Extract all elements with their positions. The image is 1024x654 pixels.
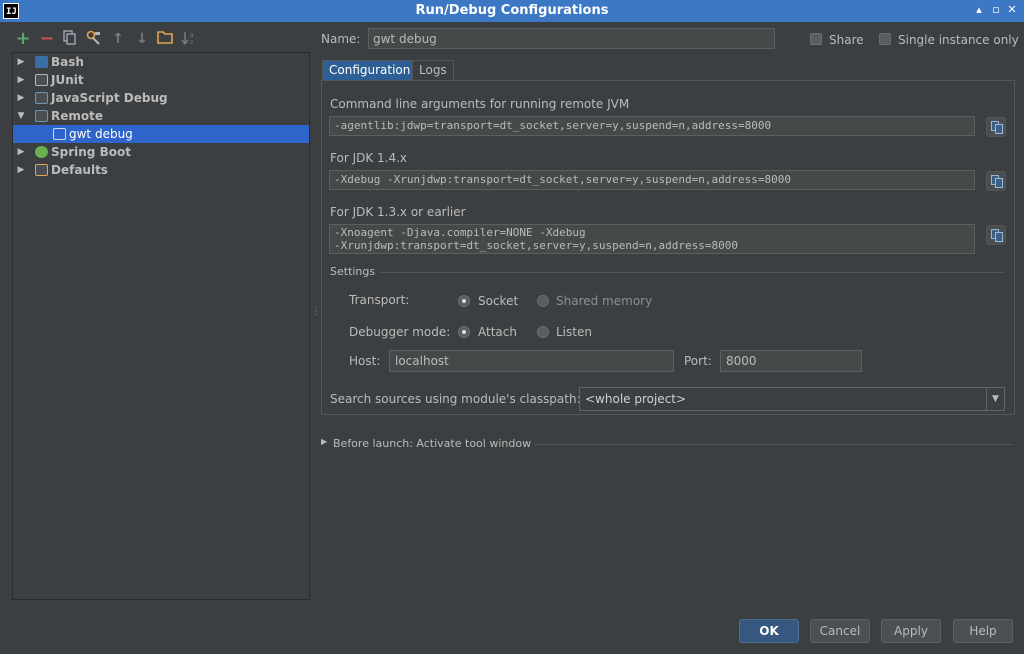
transport-shared-memory-label: Shared memory — [556, 294, 653, 308]
expand-arrow-icon[interactable]: ▶ — [16, 143, 26, 161]
tree-item-label: Defaults — [51, 163, 108, 177]
spring-boot-icon — [35, 146, 48, 158]
copy-icon-back — [995, 178, 1003, 188]
configuration-tree[interactable]: ▶ Bash ▶ JUnit ▶ JavaScript Debug ▼ Remo… — [12, 52, 310, 600]
svg-text:z: z — [190, 39, 193, 46]
tree-item-label: JUnit — [51, 73, 84, 87]
mode-listen-radio[interactable] — [537, 326, 549, 338]
tree-item-defaults[interactable]: ▶ Defaults — [13, 161, 309, 179]
window-maximize-icon[interactable]: ▫ — [989, 3, 1003, 17]
remote-config-icon — [53, 128, 66, 140]
expand-arrow-icon[interactable]: ▶ — [16, 71, 26, 89]
copy-icon-back — [995, 232, 1003, 242]
chevron-down-icon[interactable]: ▼ — [986, 388, 1004, 410]
svg-text:a: a — [190, 32, 194, 39]
tree-item-label: gwt debug — [69, 127, 133, 141]
apply-button[interactable]: Apply — [881, 619, 941, 643]
classpath-label: Search sources using module's classpath: — [330, 392, 581, 406]
ok-button[interactable]: OK — [739, 619, 799, 643]
cmd-args-field[interactable]: -agentlib:jdwp=transport=dt_socket,serve… — [329, 116, 975, 136]
splitter-handle[interactable]: ⋮ — [311, 306, 321, 320]
name-input[interactable] — [368, 28, 775, 49]
add-icon[interactable]: + — [14, 30, 32, 48]
title-bar: IJ Run/Debug Configurations ▴ ▫ ✕ — [0, 0, 1024, 22]
collapse-arrow-icon[interactable]: ▼ — [16, 107, 26, 125]
jdk14-field[interactable]: -Xdebug -Xrunjdwp:transport=dt_socket,se… — [329, 170, 975, 190]
share-checkbox[interactable] — [810, 33, 822, 45]
transport-socket-label: Socket — [478, 294, 519, 308]
window-up-icon[interactable]: ▴ — [972, 3, 986, 17]
single-instance-checkbox[interactable] — [879, 33, 891, 45]
move-up-icon[interactable]: ↑ — [109, 30, 127, 48]
expand-arrow-icon[interactable]: ▶ — [16, 161, 26, 179]
settings-separator — [379, 272, 1004, 273]
jdk14-label: For JDK 1.4.x — [330, 151, 408, 165]
tab-logs[interactable]: Logs — [412, 60, 454, 81]
cancel-button[interactable]: Cancel — [810, 619, 870, 643]
tree-item-label: JavaScript Debug — [51, 91, 168, 105]
copy-icon-back — [995, 124, 1003, 134]
tree-item-gwt-debug[interactable]: gwt debug — [13, 125, 309, 143]
before-launch-label[interactable]: Before launch: Activate tool window — [333, 437, 531, 450]
copy-jdk14-button[interactable] — [986, 171, 1006, 191]
tree-item-remote[interactable]: ▼ Remote — [13, 107, 309, 125]
tree-item-label: Spring Boot — [51, 145, 131, 159]
jdk13-label: For JDK 1.3.x or earlier — [330, 205, 466, 219]
settings-section-label: Settings — [330, 265, 376, 278]
transport-label: Transport: — [349, 293, 410, 307]
tree-item-javascript-debug[interactable]: ▶ JavaScript Debug — [13, 89, 309, 107]
defaults-icon — [35, 164, 48, 176]
before-launch-separator — [535, 444, 1013, 445]
copy-jdk13-button[interactable] — [986, 225, 1006, 245]
tree-item-spring-boot[interactable]: ▶ Spring Boot — [13, 143, 309, 161]
folder-icon[interactable] — [156, 30, 174, 48]
move-down-icon[interactable]: ↓ — [133, 30, 151, 48]
name-label: Name: — [321, 32, 361, 46]
window-close-icon[interactable]: ✕ — [1005, 3, 1019, 17]
remove-icon[interactable]: − — [38, 30, 56, 48]
before-launch-expand-icon[interactable]: ▶ — [321, 437, 327, 446]
transport-socket-radio[interactable] — [458, 295, 470, 307]
copy-icon[interactable] — [61, 30, 79, 48]
help-button[interactable]: Help — [953, 619, 1013, 643]
sort-icon[interactable]: az — [180, 30, 198, 48]
tree-item-junit[interactable]: ▶ JUnit — [13, 71, 309, 89]
jdk13-field[interactable]: -Xnoagent -Djava.compiler=NONE -Xdebug -… — [329, 224, 975, 254]
junit-icon — [35, 74, 48, 86]
share-label: Share — [829, 33, 864, 47]
expand-arrow-icon[interactable]: ▶ — [16, 53, 26, 71]
config-toolbar: + − ↑ ↓ az — [12, 30, 312, 50]
debugger-mode-label: Debugger mode: — [349, 325, 451, 339]
jdk13-line-1: -Xnoagent -Djava.compiler=NONE -Xdebug — [334, 226, 586, 239]
javascript-debug-icon — [35, 92, 48, 104]
window-title: Run/Debug Configurations — [415, 3, 609, 18]
edit-defaults-icon[interactable] — [85, 30, 103, 48]
classpath-value: <whole project> — [585, 392, 687, 406]
copy-cmd-button[interactable] — [986, 117, 1006, 137]
remote-icon — [35, 110, 48, 122]
port-input[interactable] — [720, 350, 862, 372]
expand-arrow-icon[interactable]: ▶ — [16, 89, 26, 107]
transport-shared-memory-radio[interactable] — [537, 295, 549, 307]
jdk13-line-2: -Xrunjdwp:transport=dt_socket,server=y,s… — [334, 239, 738, 252]
cmd-args-label: Command line arguments for running remot… — [330, 97, 630, 111]
single-instance-label: Single instance only — [898, 33, 1019, 47]
mode-attach-label: Attach — [478, 325, 517, 339]
tree-item-bash[interactable]: ▶ Bash — [13, 53, 309, 71]
host-label: Host: — [349, 354, 381, 368]
mode-listen-label: Listen — [556, 325, 592, 339]
bash-icon — [35, 56, 48, 68]
tree-item-label: Bash — [51, 55, 84, 69]
tab-configuration[interactable]: Configuration — [322, 60, 418, 81]
port-label: Port: — [684, 354, 712, 368]
classpath-dropdown[interactable]: <whole project> ▼ — [579, 387, 1005, 411]
tree-item-label: Remote — [51, 109, 104, 123]
host-input[interactable] — [389, 350, 674, 372]
mode-attach-radio[interactable] — [458, 326, 470, 338]
